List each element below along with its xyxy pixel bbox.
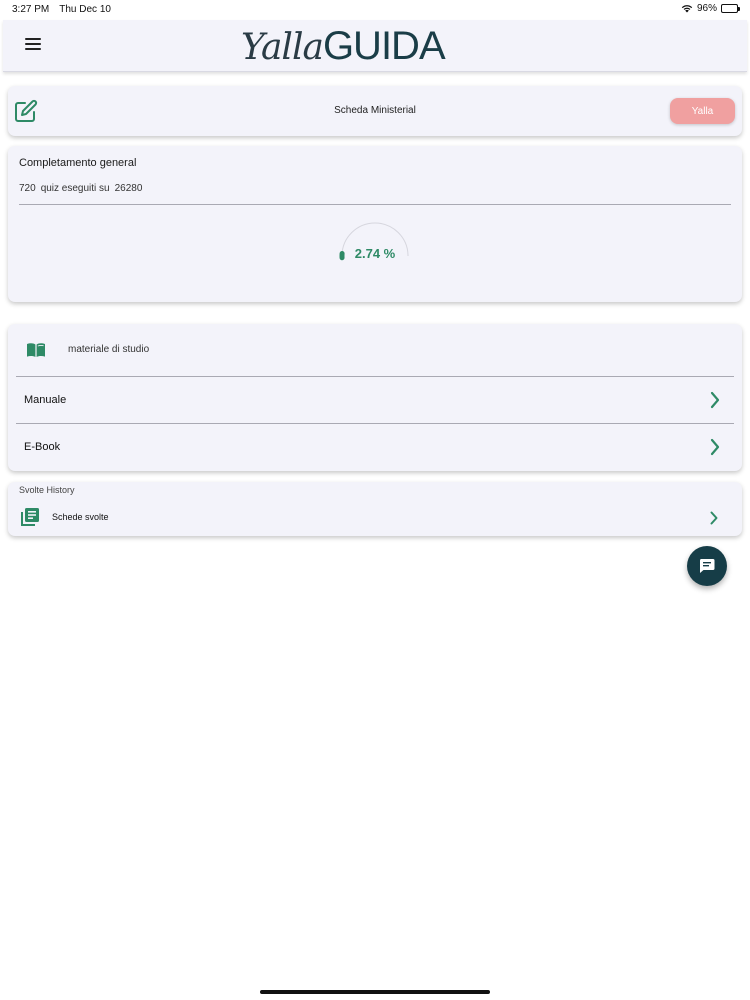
quiz-done-count: 720 xyxy=(19,183,36,194)
home-indicator xyxy=(260,990,490,994)
battery-icon xyxy=(721,4,740,13)
book-icon xyxy=(27,343,45,357)
manuale-label: Manuale xyxy=(24,394,67,406)
divider xyxy=(19,204,731,205)
study-material-card: materiale di studio Manuale E-Book xyxy=(8,324,742,471)
history-title: Svolte History xyxy=(19,485,75,495)
logo-block-text: GUIDA xyxy=(322,24,446,68)
logo-script-text: Yalla xyxy=(241,27,324,68)
progress-count: 720 quiz eseguiti su 26280 xyxy=(19,183,142,194)
status-bar: 3:27 PM Thu Dec 10 96% xyxy=(0,0,750,18)
progress-card: Completamento general 720 quiz eseguiti … xyxy=(8,146,742,302)
chat-icon xyxy=(699,559,715,573)
quiz-count-text: quiz eseguiti su xyxy=(40,183,110,194)
app-logo: Yalla GUIDA xyxy=(241,20,446,72)
library-books-icon xyxy=(21,508,39,526)
chevron-right-icon xyxy=(710,511,718,525)
ebook-row[interactable]: E-Book xyxy=(8,424,742,470)
chevron-right-icon xyxy=(710,391,720,409)
menu-icon[interactable] xyxy=(25,38,41,52)
manuale-row[interactable]: Manuale xyxy=(8,377,742,423)
status-date: Thu Dec 10 xyxy=(59,4,111,15)
quiz-card: Scheda Ministerial Yalla xyxy=(8,86,742,136)
schede-svolte-label: Schede svolte xyxy=(52,512,109,522)
schede-svolte-row[interactable]: Schede svolte xyxy=(8,504,742,532)
battery-percent: 96% xyxy=(696,3,717,14)
progress-percent: 2.74 % xyxy=(354,246,396,261)
chevron-right-icon xyxy=(710,438,720,456)
wifi-icon xyxy=(681,5,693,13)
progress-title: Completamento general xyxy=(19,157,137,169)
status-time: 3:27 PM xyxy=(12,4,50,15)
app-header: Yalla GUIDA xyxy=(3,20,747,72)
quiz-total-count: 26280 xyxy=(114,183,143,194)
yalla-button[interactable]: Yalla xyxy=(670,98,735,124)
chat-button[interactable] xyxy=(687,546,727,586)
ebook-label: E-Book xyxy=(24,441,61,453)
quiz-title: Scheda Ministerial xyxy=(334,105,416,116)
history-card: Svolte History Schede svolte xyxy=(8,482,742,536)
study-material-title: materiale di studio xyxy=(68,344,150,355)
